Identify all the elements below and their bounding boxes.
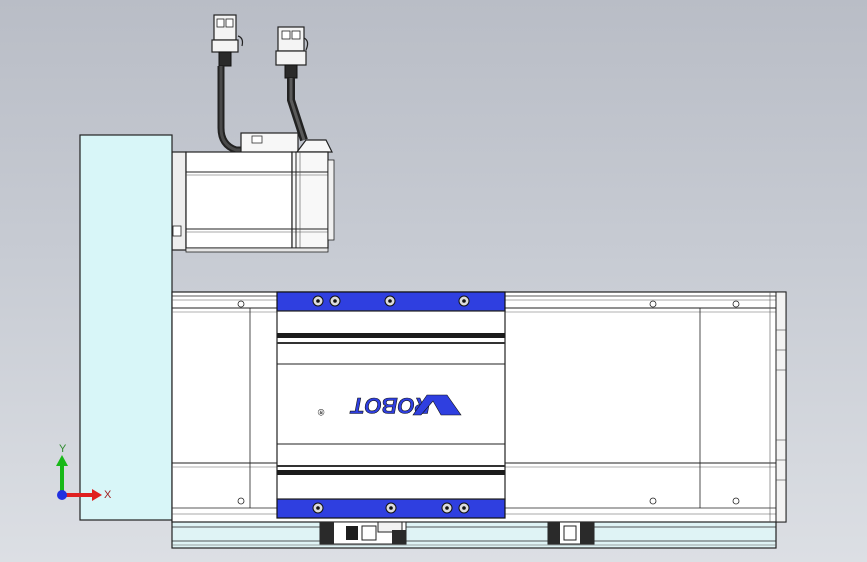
y-axis-label: Y — [59, 443, 67, 455]
motor-cable-left — [211, 14, 244, 154]
servo-motor — [171, 132, 335, 253]
limit-sensor-left — [319, 521, 407, 545]
z-axis-dot — [57, 490, 67, 500]
limit-sensor-right — [547, 521, 595, 545]
carriage[interactable]: ROBOT ® — [276, 291, 506, 519]
cad-viewport[interactable]: ROBOT ® Y X — [0, 0, 867, 562]
base-rail — [171, 520, 777, 549]
motor-cable-right — [275, 26, 309, 142]
side-mounting-plate — [79, 134, 173, 521]
x-axis-label: X — [104, 489, 112, 501]
robot-logo-registered: ® — [317, 407, 324, 417]
